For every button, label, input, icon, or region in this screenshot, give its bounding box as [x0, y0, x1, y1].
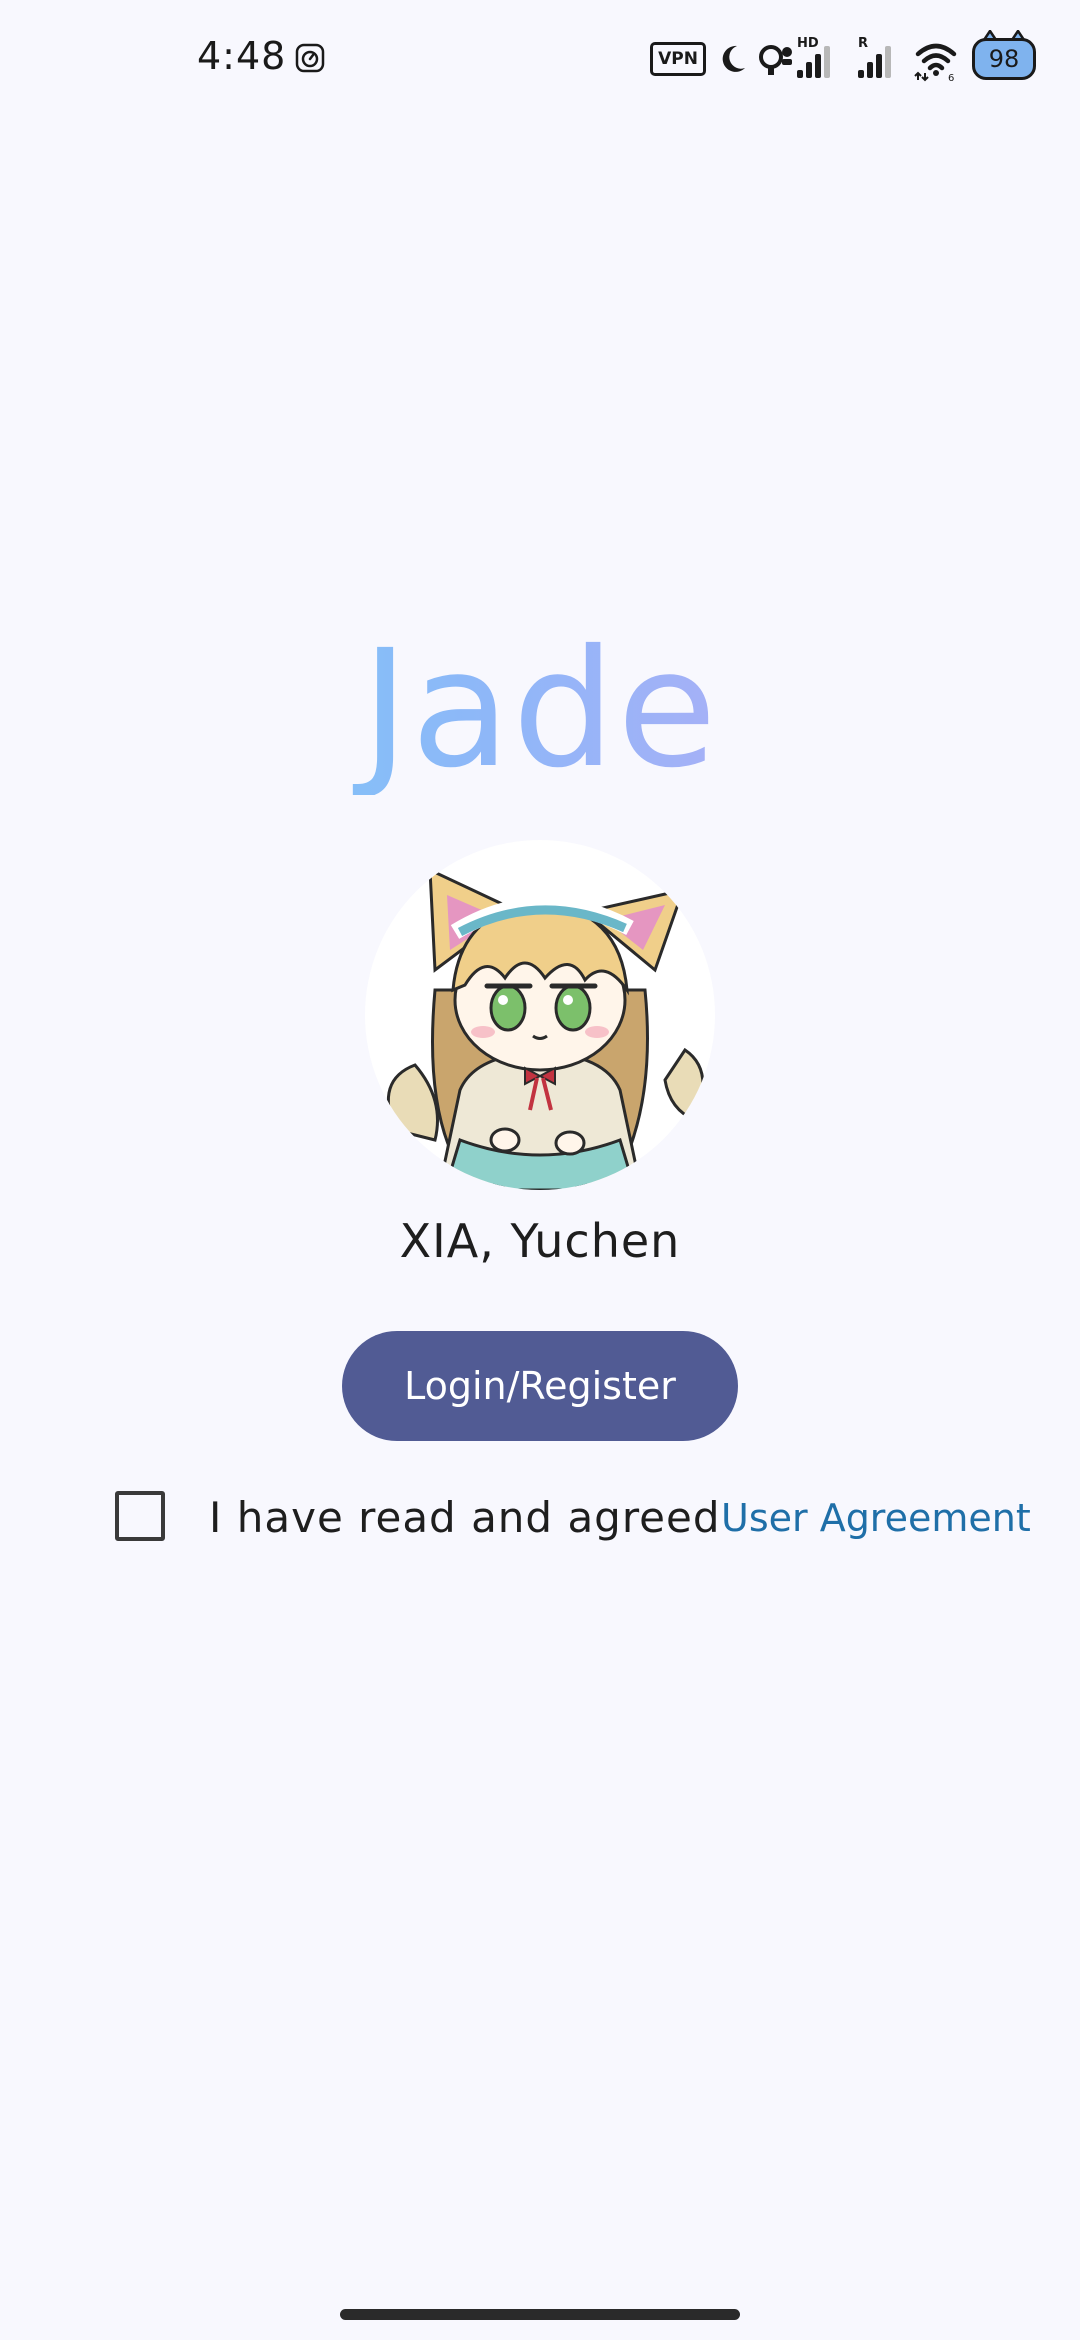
agreement-checkbox[interactable]	[115, 1491, 165, 1541]
login-register-button[interactable]: Login/Register	[342, 1331, 738, 1441]
hotspot-icon	[759, 45, 792, 75]
avatar[interactable]	[365, 840, 715, 1190]
moon-icon	[722, 45, 745, 72]
agreement-row: I have read and agreed User Agreement	[115, 1490, 1031, 1550]
wifi-icon: 6	[914, 43, 957, 82]
vpn-icon: VPN	[650, 42, 706, 76]
login-screen: 4:48 VPN HD R 6 98 Jade XIA, Yuchen Logi…	[0, 0, 1080, 2340]
gesture-nav-handle[interactable]	[340, 2309, 740, 2320]
status-time: 4:48	[197, 34, 287, 78]
hd-signal-icon: HD	[797, 36, 830, 78]
app-title: Jade	[0, 625, 1080, 795]
battery-icon: 98	[972, 38, 1036, 80]
svg-text:R: R	[858, 36, 868, 51]
agreement-text: I have read and agreed	[209, 1493, 721, 1542]
user-name: XIA, Yuchen	[399, 1214, 681, 1268]
alarm-icon	[295, 43, 325, 73]
r-signal-icon: R	[858, 36, 891, 78]
avatar-illustration	[386, 867, 705, 1190]
status-bar: 4:48 VPN HD R 6 98	[0, 0, 1080, 120]
user-agreement-link[interactable]: User Agreement	[721, 1490, 1031, 1546]
svg-text:6: 6	[948, 73, 954, 82]
svg-text:HD: HD	[797, 36, 819, 51]
